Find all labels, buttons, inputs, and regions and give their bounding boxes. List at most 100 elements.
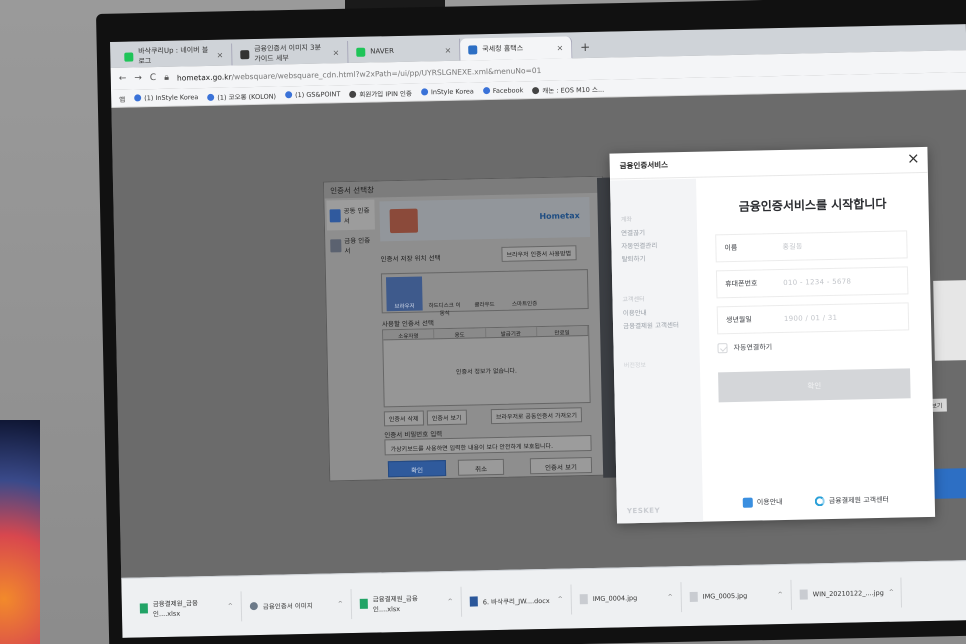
forward-icon[interactable]: → [134, 73, 142, 83]
cert-view-button[interactable]: 인증서 보기 [529, 457, 593, 475]
bookmark-item[interactable]: (1) GS&POINT [284, 90, 340, 99]
download-name: IMG_0005.jpg [702, 591, 748, 601]
download-item[interactable]: IMG_0005.jpg ^ [681, 579, 793, 612]
financial-cert-modal: 금융인증서비스 × 계좌 연결끊기 자동연결관리 탈퇴하기 고객센터 이용안내 … [609, 146, 936, 524]
bookmark-item[interactable]: 회원가입 IPIN 인증 [349, 87, 412, 98]
image-file-icon [799, 589, 808, 600]
download-item[interactable]: IMG_0004.jpg ^ [571, 581, 683, 614]
chevron-up-icon[interactable]: ^ [558, 596, 563, 603]
tab-close-icon[interactable]: × [332, 48, 339, 57]
tab-label: 바삭쿠리Up : 네이버 블로그 [138, 45, 209, 66]
cert-side-menu: 공동 인증서 금융 인증서 [326, 199, 380, 480]
certificate-table: 소유자명 용도 발급기관 만료일 인증서 정보가 없습니다. [382, 325, 591, 408]
facebook-icon [207, 93, 215, 101]
delete-cert-button[interactable]: 인증서 삭제 [383, 410, 424, 427]
download-item[interactable]: 금융결제원_금융인....xlsx ^ [351, 586, 463, 619]
side-item-label: 공동 인증서 [343, 206, 370, 226]
side-group-account: 계좌 연결끊기 자동연결관리 탈퇴하기 [621, 214, 658, 267]
background-lock-graphic [933, 279, 966, 361]
house-icon [389, 208, 419, 234]
bookmark-label: (1) InStyle Korea [144, 92, 199, 102]
tab-close-icon[interactable]: × [444, 45, 451, 54]
footer-center-link[interactable]: 금융결제원 고객센터 [814, 495, 889, 507]
side-link-auto-connect[interactable]: 자동연결관리 [621, 240, 657, 251]
bookmark-apps[interactable]: 앱 [119, 93, 125, 103]
confirm-button[interactable]: 확인 [718, 368, 911, 403]
select-title: 사용할 인증서 선택 [381, 319, 435, 329]
field-label: 휴대폰번호 [725, 279, 758, 289]
bookmark-label: InStyle Korea [430, 86, 474, 96]
empty-message: 인증서 정보가 없습니다. [455, 367, 518, 376]
side-caption: 고객센터 [622, 295, 645, 304]
password-input[interactable]: 가상키보드를 사용하면 입력한 내용이 보다 안전하게 보호됩니다. [384, 435, 592, 456]
tab-label: 국세청 홈택스 [482, 44, 524, 54]
chevron-up-icon[interactable]: ^ [228, 603, 233, 610]
chevron-up-icon[interactable]: ^ [778, 591, 783, 598]
import-cert-button[interactable]: 브라우저로 공동인증서 가져오기 [490, 407, 583, 425]
birthdate-field[interactable]: 생년월일 1900 / 01 / 31 [716, 302, 910, 335]
download-item[interactable]: WIN_20210122_....jpg ^ [791, 577, 903, 610]
chevron-up-icon[interactable]: ^ [668, 593, 673, 600]
field-label: 이름 [724, 243, 738, 253]
support-center-icon [814, 496, 825, 507]
download-name: 6. 바삭쿠리_JW....docx [482, 596, 550, 606]
side-link-withdraw[interactable]: 탈퇴하기 [622, 253, 658, 263]
side-link-disconnect[interactable]: 연결끊기 [621, 227, 657, 237]
guide-button[interactable]: 브라우저 인증서 사용방법 [501, 245, 577, 262]
column-header: 용도 [434, 328, 486, 339]
tab-close-icon[interactable]: × [556, 43, 563, 52]
bookmark-label: (1) 코오롱 (KOLON) [217, 92, 277, 102]
download-item[interactable]: 금융인증서 이미지 ^ [241, 588, 353, 621]
facebook-icon [134, 94, 142, 102]
auto-connect-checkbox[interactable] [717, 343, 728, 354]
bookmark-item[interactable]: (1) 코오롱 (KOLON) [207, 90, 276, 101]
field-placeholder: 홍길동 [782, 242, 803, 251]
url-field[interactable]: hometax.go.kr/websquare/websquare_cdn.ht… [177, 65, 542, 82]
close-icon[interactable]: × [907, 149, 920, 167]
browser-tab-active[interactable]: 국세청 홈택스 × [460, 36, 573, 61]
footer-guide-link[interactable]: 이용안내 [742, 497, 783, 508]
chevron-up-icon[interactable]: ^ [338, 600, 343, 607]
bookmark-item[interactable]: (1) InStyle Korea [134, 93, 198, 102]
back-icon[interactable]: ← [119, 74, 127, 84]
download-item[interactable]: 금융결제원_금융인....xlsx ^ [131, 590, 243, 624]
download-item[interactable]: 6. 바삭쿠리_JW....docx ^ [461, 583, 573, 617]
browser-tab[interactable]: 바삭쿠리Up : 네이버 블로그 × [116, 43, 233, 68]
column-header: 소유자명 [383, 329, 435, 340]
view-cert-button[interactable]: 인증서 보기 [426, 409, 467, 426]
bookmark-item[interactable]: InStyle Korea [420, 86, 474, 96]
location-harddisk[interactable]: 하드디스크 이동식 [426, 276, 463, 317]
chevron-up-icon[interactable]: ^ [889, 589, 894, 596]
modal-main: 금융인증서비스를 시작합니다 이름 홍길동 휴대폰번호 010 - 1234 -… [696, 174, 935, 522]
browser-tab[interactable]: 금융인증서 이미지 3분 가이드 세부 × [232, 41, 349, 66]
side-link-guide[interactable]: 이용안내 [623, 306, 679, 317]
name-field[interactable]: 이름 홍길동 [715, 230, 908, 263]
ok-button[interactable]: 확인 [387, 460, 447, 478]
new-tab-button[interactable]: + [572, 40, 598, 59]
url-host: hometax.go.kr [176, 71, 232, 83]
side-item-financial-cert[interactable]: 금융 인증서 [327, 229, 376, 260]
location-browser[interactable]: 브라우저 [385, 276, 423, 312]
location-smart[interactable]: 스마트인증 [506, 274, 543, 309]
side-item-joint-cert[interactable]: 공동 인증서 [326, 199, 375, 231]
image-file-icon [689, 591, 698, 602]
cancel-button[interactable]: 취소 [457, 458, 505, 476]
phone-field[interactable]: 휴대폰번호 010 - 1234 - 5678 [715, 266, 909, 299]
image-file-icon [579, 593, 588, 604]
cert-window-title: 인증서 선택창 [323, 176, 603, 199]
excel-file-icon [359, 598, 368, 609]
auto-connect-label: 자동연결하기 [733, 343, 773, 353]
chevron-up-icon[interactable]: ^ [448, 598, 453, 605]
location-cloud[interactable]: 클라우드 [466, 275, 503, 310]
reload-icon[interactable]: C [150, 73, 157, 83]
side-caption[interactable]: 버전정보 [624, 360, 646, 369]
tab-close-icon[interactable]: × [216, 50, 223, 59]
side-link-support-center[interactable]: 금융결제원 고객센터 [623, 319, 679, 330]
tab-label: 금융인증서 이미지 3분 가이드 세부 [254, 43, 322, 63]
bookmark-item[interactable]: Facebook [482, 86, 523, 95]
tab-favicon-icon [356, 47, 366, 57]
browser-tab[interactable]: NAVER × [348, 38, 461, 64]
bookmark-item[interactable]: 캐논 : EOS M10 스... [532, 83, 604, 95]
auto-connect-option[interactable]: 자동연결하기 [717, 342, 773, 354]
column-header: 만료일 [536, 326, 589, 337]
